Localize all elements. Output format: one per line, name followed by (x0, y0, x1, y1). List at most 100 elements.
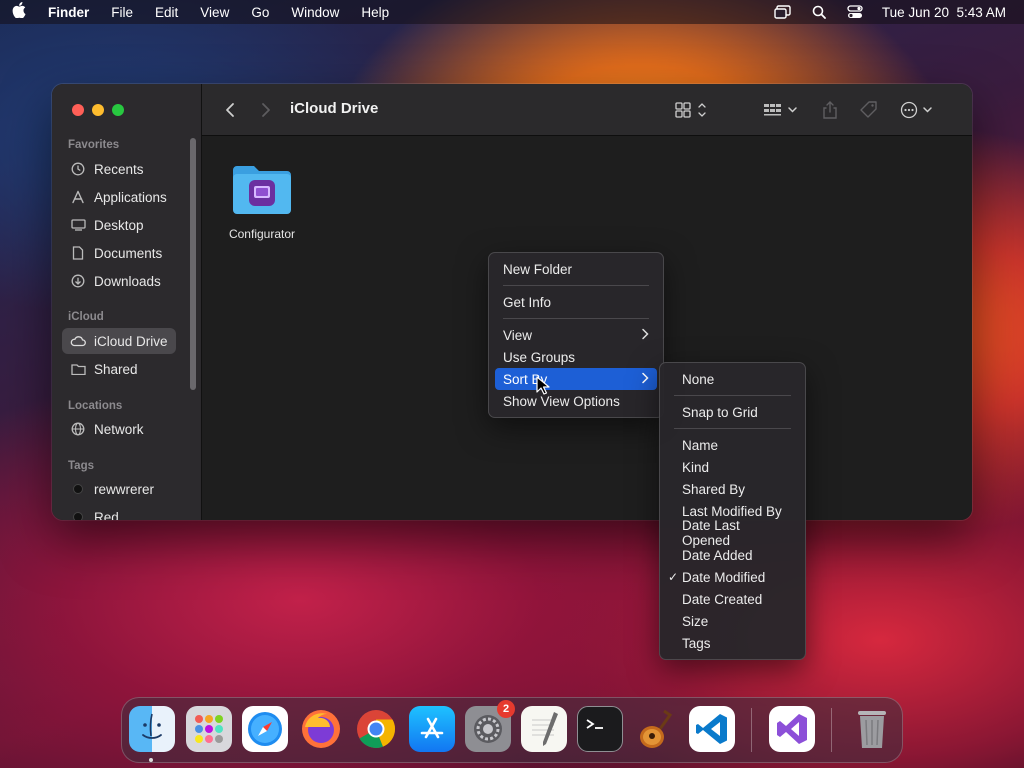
sort-option-date-modified[interactable]: ✓ Date Modified (666, 566, 799, 588)
folder-icon (233, 166, 291, 214)
sidebar-item-label: rewwrerer (94, 481, 155, 497)
sidebar-item-label: Shared (94, 361, 138, 377)
sort-option-date-created[interactable]: Date Created (666, 588, 799, 610)
dock-launchpad-icon[interactable] (186, 706, 232, 752)
file-item-folder[interactable]: Configurator (222, 164, 302, 241)
dock-separator (831, 708, 832, 752)
close-button[interactable] (72, 104, 84, 116)
sidebar-item-label: Network (94, 421, 144, 437)
apple-menu-icon[interactable] (12, 2, 34, 22)
view-mode-button[interactable] (674, 100, 712, 120)
tag-color-dot (73, 512, 83, 520)
dock-textedit-icon[interactable] (521, 706, 567, 752)
sidebar-item-downloads[interactable]: Downloads (62, 268, 176, 294)
menu-file[interactable]: File (111, 5, 133, 20)
dock-firefox-icon[interactable] (298, 706, 344, 752)
forward-button[interactable] (258, 100, 274, 120)
dock-terminal-icon[interactable] (577, 706, 623, 752)
screen-mirroring-icon[interactable] (774, 5, 792, 19)
more-actions-icon[interactable] (900, 100, 936, 120)
sort-option-kind[interactable]: Kind (666, 456, 799, 478)
sidebar-section-locations: Locations (68, 400, 123, 412)
sidebar-item-label: Recents (94, 161, 144, 177)
sidebar-section-tags: Tags (68, 460, 94, 472)
download-icon (70, 273, 86, 289)
menu-item-label: Date Modified (682, 569, 766, 585)
sort-option-date-last-opened[interactable]: Date Last Opened (666, 518, 799, 548)
menu-app-name[interactable]: Finder (48, 5, 89, 20)
spotlight-search-icon[interactable] (810, 5, 828, 19)
sort-option-none[interactable]: None (666, 368, 799, 390)
sidebar-item-label: Downloads (94, 273, 161, 289)
desktop-icon (70, 217, 86, 233)
menu-item-get-info[interactable]: Get Info (495, 291, 657, 313)
finder-running-indicator (149, 758, 153, 762)
sidebar-item-icloud-drive[interactable]: iCloud Drive (62, 328, 176, 354)
toolbar: iCloud Drive (202, 84, 972, 136)
minimize-button[interactable] (92, 104, 104, 116)
sidebar-item-label: Applications (94, 189, 167, 205)
applications-icon (70, 189, 86, 205)
dock-chrome-icon[interactable] (353, 706, 399, 752)
menu-bar: Finder File Edit View Go Window Help Tue… (0, 0, 1024, 24)
sidebar-item-label: Red (94, 509, 119, 521)
zoom-button[interactable] (112, 104, 124, 116)
sort-option-size[interactable]: Size (666, 610, 799, 632)
notification-badge: 2 (497, 700, 515, 718)
sort-option-shared-by[interactable]: Shared By (666, 478, 799, 500)
sidebar-item-label: iCloud Drive (94, 333, 168, 349)
dock-trash-icon[interactable] (849, 706, 895, 752)
menu-item-new-folder[interactable]: New Folder (495, 258, 657, 280)
dock-finder-icon[interactable] (129, 706, 175, 752)
dock-system-settings-icon[interactable]: 2 (465, 700, 515, 752)
menu-separator (674, 395, 791, 396)
menu-separator (503, 285, 649, 286)
menu-go[interactable]: Go (251, 5, 269, 20)
sidebar-section-icloud: iCloud (68, 311, 104, 323)
menu-edit[interactable]: Edit (155, 5, 178, 20)
sort-option-snap-to-grid[interactable]: Snap to Grid (666, 401, 799, 423)
dock-vscode-icon[interactable] (689, 706, 735, 752)
menu-item-view[interactable]: View (495, 324, 657, 346)
menu-item-show-view-options[interactable]: Show View Options (495, 390, 657, 412)
menu-item-use-groups[interactable]: Use Groups (495, 346, 657, 368)
sidebar-item-label: Desktop (94, 217, 144, 233)
sort-option-name[interactable]: Name (666, 434, 799, 456)
checkmark-icon: ✓ (667, 570, 679, 584)
share-icon[interactable] (820, 100, 840, 120)
sidebar: Favorites Recents Applications Desktop D… (52, 84, 202, 520)
sidebar-section-favorites: Favorites (68, 139, 120, 151)
menu-separator (674, 428, 791, 429)
dock: 2 (121, 697, 903, 763)
dock-separator (751, 708, 752, 752)
sidebar-item-applications[interactable]: Applications (62, 184, 176, 210)
sidebar-item-shared[interactable]: Shared (62, 356, 176, 382)
menu-view[interactable]: View (200, 5, 229, 20)
back-button[interactable] (222, 100, 238, 120)
menu-help[interactable]: Help (361, 5, 389, 20)
sort-option-tags[interactable]: Tags (666, 632, 799, 654)
sidebar-item-label: Documents (94, 245, 163, 261)
menu-window[interactable]: Window (291, 5, 339, 20)
control-center-icon[interactable] (846, 5, 864, 19)
cloud-icon (70, 333, 86, 349)
sidebar-item-recents[interactable]: Recents (62, 156, 176, 182)
menu-item-label: View (503, 327, 533, 343)
sidebar-item-documents[interactable]: Documents (62, 240, 176, 266)
tag-color-dot (73, 484, 83, 494)
menu-bar-clock[interactable]: Tue Jun 20 5:43 AM (882, 5, 1006, 20)
sort-option-date-added[interactable]: Date Added (666, 544, 799, 566)
sidebar-scrollbar[interactable] (190, 138, 196, 390)
sidebar-item-tag-red[interactable]: Red (62, 504, 176, 520)
tag-icon[interactable] (858, 100, 880, 120)
group-by-button[interactable] (762, 100, 800, 120)
sidebar-item-desktop[interactable]: Desktop (62, 212, 176, 238)
dock-app-store-icon[interactable] (409, 706, 455, 752)
dock-safari-icon[interactable] (242, 706, 288, 752)
dock-visual-studio-icon[interactable] (769, 706, 815, 752)
clock-icon (70, 161, 86, 177)
sidebar-item-tag[interactable]: rewwrerer (62, 476, 176, 502)
menu-item-sort-by[interactable]: Sort By (495, 368, 657, 390)
dock-garageband-icon[interactable] (633, 706, 679, 752)
sidebar-item-network[interactable]: Network (62, 416, 176, 442)
